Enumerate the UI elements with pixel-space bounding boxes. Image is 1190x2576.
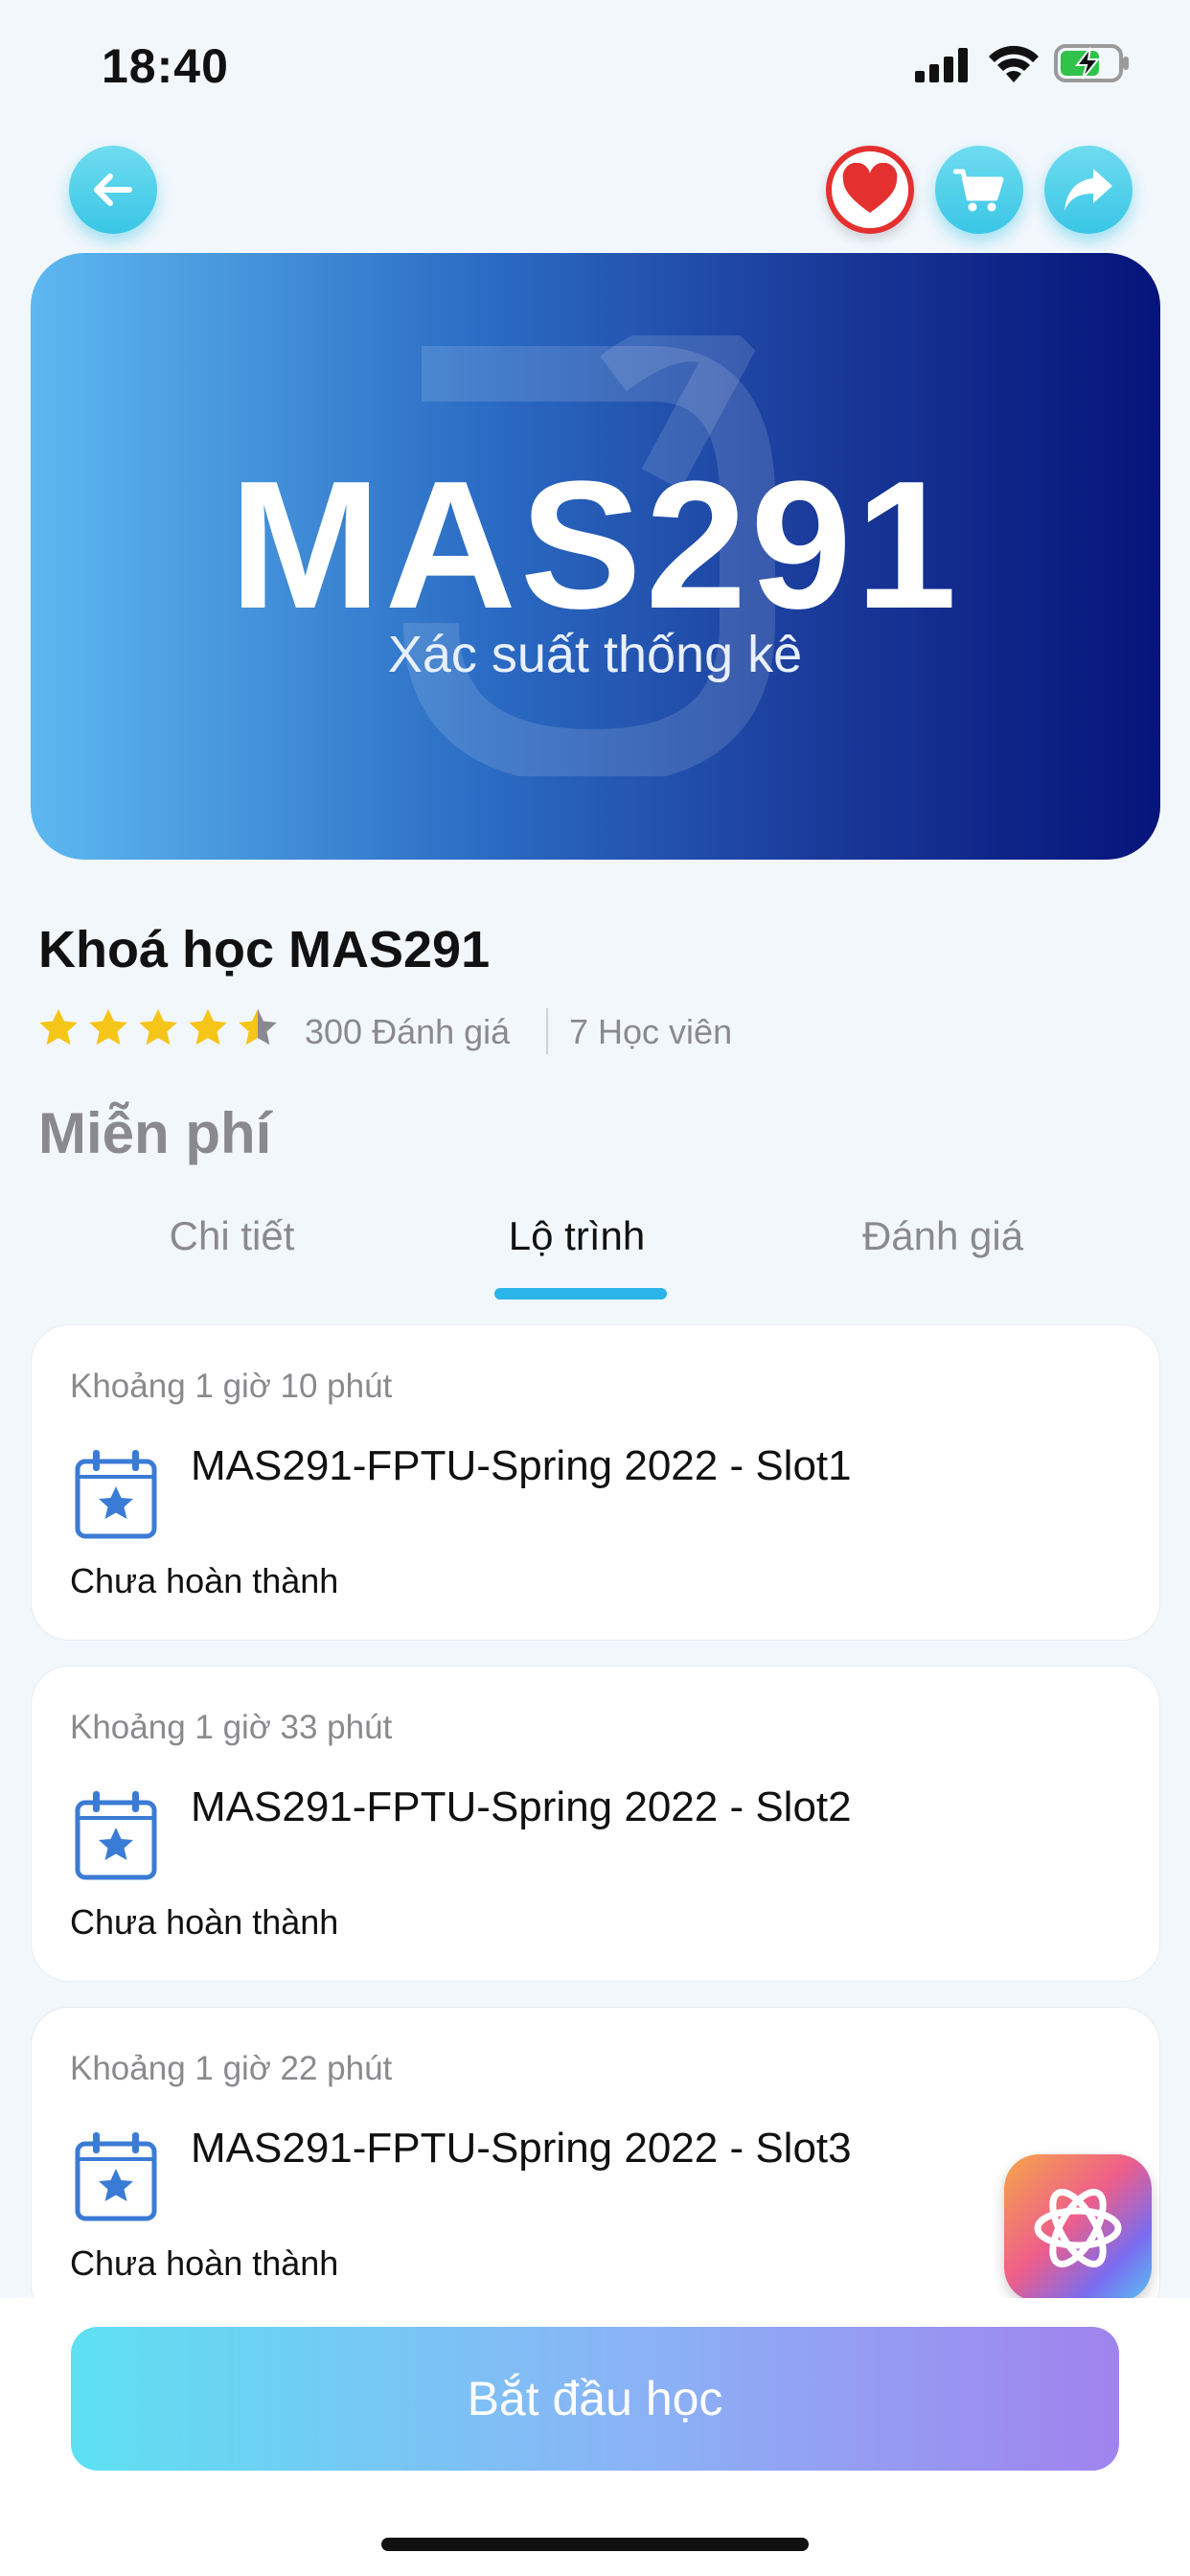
lesson-duration: Khoảng 1 giờ 33 phút [70,1709,393,1746]
star-icon [189,1008,227,1046]
ai-assistant-icon [1034,2189,1122,2267]
lesson-status: Chưa hoàn thành [70,1561,339,1600]
share-button[interactable] [1044,146,1133,234]
ai-assistant-button[interactable] [1004,2154,1152,2302]
banner-subtitle: Xác suất thống kê [387,626,803,683]
cart-icon [953,169,1004,212]
stats-divider [546,1008,548,1054]
star-icon [139,1008,177,1046]
share-icon [1064,169,1112,211]
lesson-title: MAS291-FPTU-Spring 2022 - Slot3 [191,2125,852,2172]
back-button[interactable] [69,146,157,234]
favorite-button[interactable] [826,146,914,234]
review-count[interactable]: 300 Đánh giá [305,1012,510,1052]
half-star-icon [239,1008,277,1046]
lesson-card[interactable]: Khoảng 1 giờ 33 phút MAS291-FPTU-Spring … [31,1666,1160,1982]
calendar-star-icon [75,2132,157,2221]
home-indicator[interactable] [381,2538,809,2551]
active-tab-indicator [494,1288,667,1300]
banner-title: MAS291 [229,444,961,647]
calendar-star-icon [75,1791,157,1880]
lesson-duration: Khoảng 1 giờ 22 phút [70,2050,393,2087]
lesson-card[interactable]: Khoảng 1 giờ 10 phút MAS291-FPTU-Spring … [31,1324,1160,1641]
tab-roadmap[interactable]: Lộ trình [433,1213,721,1259]
student-count: 7 Học viên [569,1012,733,1051]
calendar-star-icon [75,1450,157,1539]
back-arrow-icon [94,173,132,206]
lesson-status: Chưa hoàn thành [70,1902,339,1942]
course-title: Khoá học MAS291 [38,921,491,978]
heart-icon [842,163,898,213]
course-price: Miễn phí [38,1101,272,1165]
status-time: 18:40 [102,39,229,93]
tab-details[interactable]: Chi tiết [88,1213,376,1259]
cellular-signal-icon [915,48,968,82]
star-icon [89,1008,127,1046]
start-learning-button[interactable]: Bắt đầu học [71,2327,1119,2471]
lesson-duration: Khoảng 1 giờ 10 phút [70,1368,393,1405]
lesson-title: MAS291-FPTU-Spring 2022 - Slot2 [191,1783,852,1830]
battery-charging-icon [1054,44,1129,82]
wifi-icon [989,45,1039,82]
tab-reviews[interactable]: Đánh giá [799,1213,1087,1259]
star-rating [36,1006,280,1050]
star-icon [39,1008,78,1046]
lesson-status: Chưa hoàn thành [70,2243,339,2283]
cart-button[interactable] [935,146,1023,234]
lesson-card[interactable]: Khoảng 1 giờ 22 phút MAS291-FPTU-Spring … [31,2007,1160,2323]
lesson-title: MAS291-FPTU-Spring 2022 - Slot1 [191,1442,852,1489]
